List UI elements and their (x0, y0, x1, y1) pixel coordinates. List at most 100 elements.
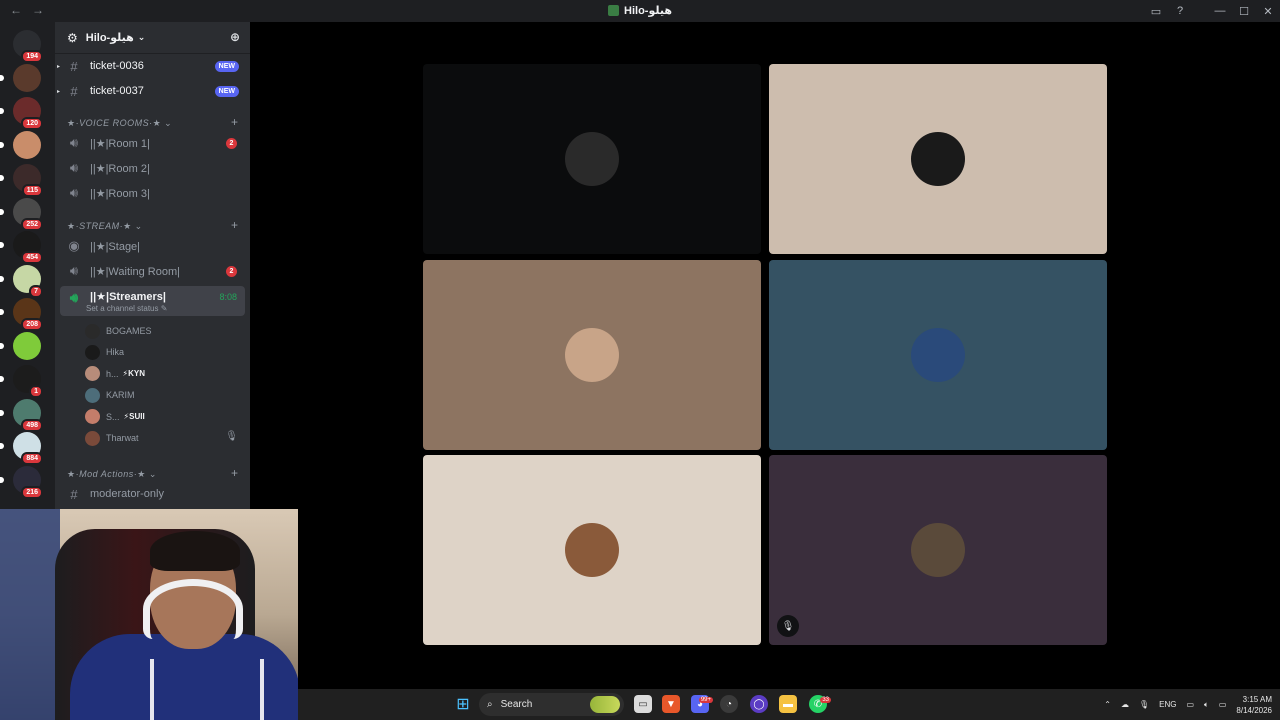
user-avatar (85, 409, 100, 425)
whatsapp-icon[interactable]: ✆ 33 (809, 695, 831, 713)
add-channel-icon[interactable]: + (231, 218, 238, 232)
volume-icon[interactable]: 🔈︎ (1204, 700, 1209, 710)
voice-stage: 🎙︎ (250, 22, 1280, 690)
mention-badge: 1 (29, 385, 43, 398)
server-discord-home[interactable]: 194 (13, 30, 43, 63)
server-rail: 194 120 115 252 454 7 208 1 498 884 216 (0, 22, 55, 510)
voice-user[interactable]: S... ⚡SUII (85, 407, 145, 427)
unread-pill (0, 309, 4, 315)
guild-settings-icon[interactable]: ⚙ (67, 31, 78, 45)
clock[interactable]: 3:15 AM 8/14/2026 (1236, 694, 1272, 716)
voice-timer: 8:08 (219, 292, 237, 302)
mention-badge: 2 (226, 137, 237, 149)
channel-streamers[interactable]: 🔊︎ ||★|Streamers| 8:08 Set a channel sta… (60, 286, 245, 316)
file-explorer-window-icon[interactable]: ▭ (634, 695, 652, 713)
tile-user-4[interactable] (769, 260, 1107, 450)
mention-badge: 454 (21, 251, 43, 264)
channel-room-1[interactable]: 🔊︎ ||★|Room 1| 2 (60, 132, 245, 154)
channel-waiting-room[interactable]: 🔊︎ ||★|Waiting Room| 2 (60, 260, 245, 282)
muted-mic-icon: 🎙︎ (777, 615, 799, 637)
tile-user-1[interactable] (423, 64, 761, 254)
server-4[interactable]: 115 (0, 164, 43, 197)
server-11[interactable]: 498 (0, 398, 43, 432)
chevron-down-icon[interactable]: ⌄ (138, 32, 146, 43)
category-label: ★·STREAM·★ (67, 221, 132, 231)
channel-name: ticket-0037 (90, 85, 144, 97)
close-button[interactable]: ✕ (1256, 5, 1280, 18)
voice-user[interactable]: BOGAMES (85, 321, 152, 341)
obs-icon[interactable]: ◔ (720, 695, 738, 713)
channel-ticket-0037[interactable]: ▸ # ticket-0037 NEW (57, 80, 245, 102)
server-5[interactable]: 252 (0, 197, 43, 231)
voice-user[interactable]: KARIM (85, 385, 135, 405)
channel-ticket-0036[interactable]: ▸ # ticket-0036 NEW (57, 55, 245, 77)
help-icon[interactable]: ? (1168, 5, 1192, 17)
user-name: KARIM (106, 390, 135, 401)
add-member-icon[interactable]: ⊕ (230, 30, 240, 44)
channel-stage[interactable]: ◉ ||★|Stage| (60, 235, 245, 257)
tile-user-3[interactable] (423, 260, 761, 450)
network-icon[interactable]: ▭ (1186, 700, 1194, 709)
inbox-icon[interactable]: ▭ (1144, 5, 1168, 18)
nav-buttons: ← → (10, 3, 44, 17)
hash-icon: # (70, 83, 78, 99)
back-arrow-icon[interactable]: ← (10, 3, 22, 17)
category-voice-rooms[interactable]: ★·VOICE ROOMS·★ ⌄ (67, 118, 172, 129)
server-8[interactable]: 208 (0, 298, 43, 331)
server-7[interactable]: 7 (0, 264, 43, 298)
add-channel-icon[interactable]: + (231, 466, 238, 480)
server-3[interactable] (0, 130, 41, 159)
brave-browser-icon[interactable]: ▼ (662, 695, 680, 713)
voice-user[interactable]: Tharwat (85, 428, 139, 448)
unread-pill (0, 242, 4, 248)
maximize-button[interactable]: ☐ (1232, 5, 1256, 18)
channel-name: ||★|Waiting Room| (90, 265, 180, 278)
tile-user-5[interactable] (423, 455, 761, 645)
app-icon[interactable]: ◯ (750, 695, 768, 713)
guild-header[interactable]: ⚙ Hilo-هيلو ⌄ ⊕ (55, 22, 250, 54)
server-9[interactable] (0, 331, 41, 360)
server-avatar-icon (13, 130, 41, 159)
microphone-icon[interactable]: 🎙︎ (1139, 700, 1149, 709)
channel-sidebar: ⚙ Hilo-هيلو ⌄ ⊕ ▸ # ticket-0036 NEW ▸ # … (55, 22, 250, 510)
discord-icon[interactable]: ◕ 99+ (691, 695, 713, 713)
add-channel-icon[interactable]: + (231, 115, 238, 129)
channel-status-prompt[interactable]: Set a channel status ✎ (86, 304, 167, 313)
server-avatar-icon (13, 331, 41, 360)
server-6[interactable]: 454 (0, 231, 43, 264)
unread-pill (0, 108, 4, 114)
speaker-active-icon: 🔊︎ (69, 290, 79, 305)
user-name: S... (106, 411, 120, 422)
channel-room-3[interactable]: 🔊︎ ||★|Room 3| (60, 182, 245, 204)
category-mod-actions[interactable]: ★·Mod Actions·★ ⌄ (67, 469, 157, 480)
unread-caret-icon: ▸ (57, 88, 61, 95)
server-2[interactable]: 120 (0, 97, 43, 130)
server-13[interactable]: 216 (0, 465, 43, 499)
unread-caret-icon: ▸ (57, 63, 61, 70)
voice-user[interactable]: h... ⚡KYN (85, 364, 145, 384)
user-name: BOGAMES (106, 326, 152, 336)
language-indicator[interactable]: ENG (1159, 700, 1176, 709)
minimize-button[interactable]: — (1208, 5, 1232, 17)
channel-room-2[interactable]: 🔊︎ ||★|Room 2| (60, 157, 245, 179)
chevron-up-icon[interactable]: ⌃ (1104, 700, 1111, 709)
voice-user[interactable]: Hika (85, 342, 124, 362)
folder-icon[interactable]: ▬ (779, 695, 797, 713)
participant-avatar (911, 328, 965, 382)
new-badge: NEW (214, 85, 239, 97)
channel-moderator-only[interactable]: # moderator-only (60, 483, 245, 505)
forward-arrow-icon[interactable]: → (32, 3, 44, 17)
tile-user-6[interactable]: 🎙︎ (769, 455, 1107, 645)
server-10[interactable]: 1 (0, 365, 43, 398)
tile-user-2[interactable] (769, 64, 1107, 254)
pencil-icon: ✎ (160, 304, 168, 313)
taskbar-search[interactable]: ⌕ Search (479, 693, 624, 716)
server-1[interactable] (0, 63, 41, 92)
server-12[interactable]: 884 (0, 432, 43, 465)
windows-start-icon[interactable]: ⊞ (454, 695, 472, 713)
cloud-icon[interactable]: ☁ (1121, 700, 1129, 709)
background-curtain (0, 509, 60, 720)
mention-badge: 498 (21, 418, 43, 432)
category-stream[interactable]: ★·STREAM·★ ⌄ (67, 221, 143, 232)
battery-icon[interactable]: ▭ (1219, 700, 1227, 709)
